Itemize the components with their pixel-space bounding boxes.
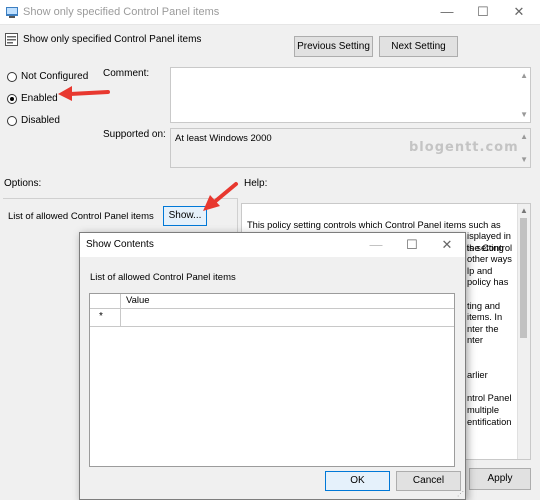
- supported-on-label: Supported on:: [103, 129, 166, 140]
- radio-disabled-label[interactable]: Disabled: [21, 115, 60, 126]
- help-text-tail: isplayed in is setting other ways lp and…: [467, 231, 517, 428]
- radio-enabled-label[interactable]: Enabled: [21, 93, 58, 104]
- help-line: nter the: [467, 323, 499, 334]
- group-policy-window: Show only specified Control Panel items …: [0, 0, 540, 500]
- help-scroll-thumb[interactable]: [520, 218, 527, 338]
- help-line: entification: [467, 416, 512, 427]
- help-line: lp and: [467, 265, 493, 276]
- help-line: ntrol Panel: [467, 393, 512, 404]
- grid-header: Value: [90, 294, 454, 309]
- list-allowed-items-label: List of allowed Control Panel items: [8, 211, 154, 222]
- scroll-down-icon[interactable]: ▼: [520, 155, 528, 164]
- scroll-up-icon[interactable]: ▲: [520, 71, 528, 80]
- cancel-button[interactable]: Cancel: [396, 471, 461, 491]
- radio-enabled[interactable]: [7, 94, 17, 104]
- help-line: policy has: [467, 277, 509, 288]
- dialog-maximize-button[interactable]: ☐: [394, 233, 430, 257]
- minimize-button[interactable]: —: [429, 0, 465, 24]
- dialog-titlebar: Show Contents — ☐ ✕: [80, 233, 465, 257]
- help-scrollbar[interactable]: ▲: [517, 204, 530, 459]
- policy-icon: [5, 33, 18, 48]
- comment-label: Comment:: [103, 68, 150, 79]
- window-title: Show only specified Control Panel items: [23, 6, 220, 18]
- scroll-down-icon[interactable]: ▼: [520, 110, 528, 119]
- help-line: arlier: [467, 370, 488, 381]
- help-line: isplayed in: [467, 231, 511, 241]
- table-row[interactable]: *: [90, 308, 454, 327]
- help-line: items. In: [467, 312, 503, 323]
- help-line: is setting: [467, 242, 504, 253]
- new-row-marker: *: [99, 311, 103, 322]
- help-line: ting and: [467, 300, 501, 311]
- window-titlebar: Show only specified Control Panel items …: [0, 0, 540, 25]
- help-line: multiple: [467, 404, 500, 415]
- dialog-minimize-button[interactable]: —: [358, 233, 394, 257]
- policy-app-icon: [5, 5, 19, 21]
- maximize-button[interactable]: ☐: [465, 0, 501, 24]
- comment-textbox[interactable]: ▲ ▼: [170, 67, 531, 123]
- column-separator: [120, 294, 121, 326]
- dialog-close-button[interactable]: ✕: [429, 233, 465, 257]
- resize-grip-icon[interactable]: ⋰: [457, 490, 464, 498]
- apply-button[interactable]: Apply: [469, 468, 531, 490]
- next-setting-button[interactable]: Next Setting: [379, 36, 458, 57]
- value-cell[interactable]: [121, 308, 454, 325]
- help-line: other ways: [467, 254, 512, 265]
- radio-not-configured-label[interactable]: Not Configured: [21, 71, 88, 82]
- help-line: This policy setting controls which Contr…: [247, 219, 501, 230]
- policy-title: Show only specified Control Panel items: [23, 34, 202, 45]
- radio-disabled[interactable]: [7, 116, 17, 126]
- show-contents-dialog: Show Contents — ☐ ✕ List of allowed Cont…: [79, 232, 466, 500]
- previous-setting-button[interactable]: Previous Setting: [294, 36, 373, 57]
- watermark-text: blogentt.com: [409, 140, 519, 155]
- supported-on-value: At least Windows 2000: [175, 133, 272, 144]
- options-label: Options:: [4, 178, 42, 189]
- value-column-header[interactable]: Value: [126, 295, 150, 306]
- help-line: nter: [467, 335, 484, 346]
- radio-not-configured[interactable]: [7, 72, 17, 82]
- annotation-arrow-enabled: [58, 86, 110, 101]
- dialog-list-label: List of allowed Control Panel items: [90, 272, 236, 283]
- annotation-arrow-show: [203, 182, 238, 211]
- values-grid[interactable]: Value *: [89, 293, 455, 467]
- supported-on-box: At least Windows 2000 blogentt.com ▲ ▼: [170, 128, 531, 168]
- scroll-up-icon[interactable]: ▲: [520, 132, 528, 141]
- help-label: Help:: [244, 178, 268, 189]
- close-button[interactable]: ✕: [501, 0, 537, 24]
- scroll-up-icon[interactable]: ▲: [520, 206, 528, 215]
- dialog-title: Show Contents: [86, 239, 154, 250]
- ok-button[interactable]: OK: [325, 471, 390, 491]
